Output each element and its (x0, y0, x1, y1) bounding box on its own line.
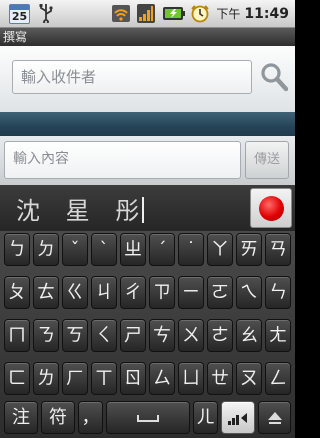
calendar-icon: 25 (9, 4, 30, 24)
status-bar: 25 下午 11:49 (0, 0, 295, 28)
usb-icon (39, 4, 53, 23)
zhuyin-keyboard: ㄅㄉ ˇ ˋ ㄓ ˊ ˙ ㄚㄞㄢㄆㄊㄍㄐㄔㄗㄧㄛㄟㄣㄇㄋㄎㄑㄕㄘㄨㄜㄠㄤㄈㄌㄏㄒㄖㄙㄩㄝㄡㄥ… (0, 231, 295, 438)
key-0-5[interactable]: ˊ (149, 233, 175, 266)
key-3-6[interactable]: ㄩ (178, 362, 204, 395)
key-2-7[interactable]: ㄜ (207, 319, 233, 352)
key-3-2[interactable]: ㄏ (62, 362, 88, 395)
candidate-bar: 沈 星 彤 (0, 185, 295, 231)
key-3-8[interactable]: ㄡ (236, 362, 262, 395)
key-2-2[interactable]: ㄎ (62, 319, 88, 352)
shift-icon (267, 412, 282, 424)
battery-icon (163, 7, 185, 20)
recipient-input[interactable]: 輸入收件者 (12, 60, 252, 94)
message-input[interactable]: 輸入內容 (4, 141, 241, 179)
space-icon (137, 414, 159, 422)
key-3-7[interactable]: ㄝ (207, 362, 233, 395)
message-placeholder: 輸入內容 (13, 151, 69, 167)
key-1-5[interactable]: ㄗ (149, 276, 175, 309)
candidate-word[interactable]: 沈 星 彤 (16, 191, 145, 226)
key-2-6[interactable]: ㄨ (178, 319, 204, 352)
key-3-3[interactable]: ㄒ (91, 362, 117, 395)
er-key[interactable]: ㄦ (193, 401, 218, 434)
key-1-6[interactable]: ㄧ (178, 276, 204, 309)
text-cursor (142, 197, 145, 223)
record-icon (259, 196, 284, 221)
backspace-icon (228, 413, 247, 425)
compose-area: 輸入內容 傳送 (0, 136, 295, 185)
shift-key[interactable] (258, 401, 291, 434)
alarm-icon (191, 5, 209, 23)
backspace-key[interactable] (221, 401, 255, 434)
key-3-5[interactable]: ㄙ (149, 362, 175, 395)
key-2-8[interactable]: ㄠ (236, 319, 262, 352)
key-2-0[interactable]: ㄇ (4, 319, 30, 352)
voice-record-button[interactable] (250, 188, 292, 228)
key-0-9[interactable]: ㄢ (265, 233, 291, 266)
signal-icon (137, 4, 155, 23)
clock-ampm: 下午 (216, 7, 241, 21)
key-0-1[interactable]: ㄉ (33, 233, 59, 266)
search-icon[interactable] (260, 62, 288, 92)
clock-time: 11:49 (244, 6, 289, 22)
key-1-8[interactable]: ㄟ (236, 276, 262, 309)
key-0-7[interactable]: ㄚ (207, 233, 233, 266)
comma-key[interactable]: ， (78, 401, 103, 434)
key-2-1[interactable]: ㄋ (33, 319, 59, 352)
calendar-day: 25 (11, 10, 28, 23)
key-2-9[interactable]: ㄤ (265, 319, 291, 352)
zhuyin-mode-key[interactable]: 注 (4, 401, 38, 434)
space-key[interactable] (106, 401, 190, 434)
clock: 下午 11:49 (216, 5, 289, 22)
page-title: 撰寫 (0, 28, 295, 46)
key-0-0[interactable]: ㄅ (4, 233, 30, 266)
key-1-7[interactable]: ㄛ (207, 276, 233, 309)
symbols-key[interactable]: 符 (41, 401, 75, 434)
key-3-0[interactable]: ㄈ (4, 362, 30, 395)
key-1-1[interactable]: ㄊ (33, 276, 59, 309)
key-2-3[interactable]: ㄑ (91, 319, 117, 352)
key-1-3[interactable]: ㄐ (91, 276, 117, 309)
key-2-5[interactable]: ㄘ (149, 319, 175, 352)
key-0-6[interactable]: ˙ (178, 233, 204, 266)
key-3-4[interactable]: ㄖ (120, 362, 146, 395)
key-1-4[interactable]: ㄔ (120, 276, 146, 309)
key-0-3[interactable]: ˋ (91, 233, 117, 266)
key-3-1[interactable]: ㄌ (33, 362, 59, 395)
key-3-9[interactable]: ㄥ (265, 362, 291, 395)
recipient-placeholder: 輸入收件者 (21, 68, 97, 86)
key-1-0[interactable]: ㄆ (4, 276, 30, 309)
send-button[interactable]: 傳送 (245, 141, 289, 179)
key-1-9[interactable]: ㄣ (265, 276, 291, 309)
key-2-4[interactable]: ㄕ (120, 319, 146, 352)
candidate-text: 沈 星 彤 (16, 197, 149, 225)
key-0-4[interactable]: ㄓ (120, 233, 146, 266)
wifi-icon (112, 5, 130, 22)
key-0-2[interactable]: ˇ (62, 233, 88, 266)
key-1-2[interactable]: ㄍ (62, 276, 88, 309)
recipient-area: 輸入收件者 (0, 46, 295, 112)
divider-bar (0, 112, 295, 136)
key-0-8[interactable]: ㄞ (236, 233, 262, 266)
